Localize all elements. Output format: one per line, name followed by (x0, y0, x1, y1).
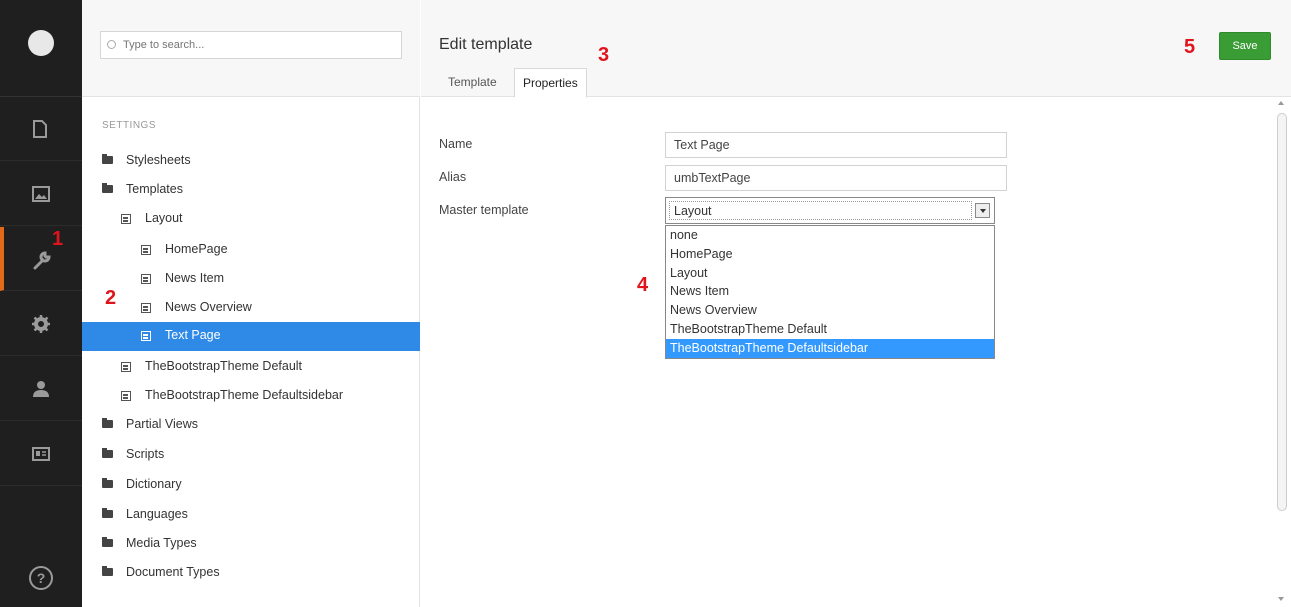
template-icon (121, 391, 131, 401)
app-window: ? SETTINGS Stylesheets Templates Layout … (0, 0, 1291, 607)
folder-icon (102, 537, 113, 547)
folder-icon (102, 154, 113, 164)
scrollbar-thumb[interactable] (1277, 113, 1287, 511)
tree-item-label: News Overview (165, 300, 252, 314)
search-icon (107, 40, 116, 49)
folder-icon (102, 418, 113, 428)
rail-item-content[interactable] (0, 97, 82, 161)
scrollbar[interactable] (1273, 97, 1291, 607)
template-icon (121, 362, 131, 372)
template-icon (121, 214, 131, 224)
master-template-label: Master template (439, 203, 529, 217)
tree-item-news-overview[interactable]: News Overview (82, 294, 420, 323)
template-icon (141, 331, 151, 341)
tree-item-label: HomePage (165, 242, 228, 256)
page-title: Edit template (439, 36, 533, 53)
tree-item-label: Document Types (126, 565, 220, 579)
search-area (82, 0, 420, 97)
gear-icon (32, 315, 50, 333)
image-icon (32, 186, 50, 202)
rail-item-members[interactable] (0, 422, 82, 486)
folder-icon (102, 183, 113, 193)
document-icon (33, 120, 47, 138)
scroll-up-icon[interactable] (1278, 101, 1284, 105)
folder-icon (102, 566, 113, 576)
marker-5: 5 (1184, 36, 1196, 58)
name-label: Name (439, 137, 473, 151)
tree-item-label: Layout (145, 211, 183, 225)
template-icon (141, 274, 151, 284)
marker-4: 4 (637, 274, 649, 296)
tree-item-stylesheets[interactable]: Stylesheets (82, 147, 420, 176)
wrench-icon (33, 251, 51, 270)
save-button[interactable]: Save (1219, 32, 1271, 60)
tree-item-label: Partial Views (126, 417, 199, 431)
tree-item-label: Dictionary (126, 477, 182, 491)
master-template-value: Layout (669, 201, 972, 220)
tree-item-text-page[interactable]: Text Page (82, 322, 420, 351)
editor-header: Edit template Template Properties Save (421, 0, 1291, 98)
tree-item-languages[interactable]: Languages (82, 501, 420, 530)
option-item-highlighted[interactable]: TheBootstrapTheme Defaultsidebar (666, 338, 994, 358)
master-template-select[interactable]: Layout (665, 197, 995, 224)
marker-2: 2 (105, 287, 117, 309)
help-icon[interactable]: ? (29, 566, 53, 590)
rail-item-media[interactable] (0, 162, 82, 226)
tree-item-homepage[interactable]: HomePage (82, 236, 420, 265)
scroll-down-icon[interactable] (1278, 597, 1284, 601)
tree-item-label: Languages (126, 507, 188, 521)
search-input[interactable] (100, 31, 402, 59)
tree-item-label: Stylesheets (126, 153, 191, 167)
folder-icon (102, 508, 113, 518)
tree-item-label: Text Page (165, 328, 221, 342)
tree-item-scripts[interactable]: Scripts (82, 441, 420, 470)
marker-1: 1 (52, 228, 64, 250)
tree-item-label: Media Types (126, 536, 197, 550)
tree-item-bootstrap-defaultsidebar[interactable]: TheBootstrapTheme Defaultsidebar (82, 382, 420, 411)
name-field[interactable]: Text Page (665, 132, 1007, 158)
tab-properties[interactable]: Properties (514, 68, 587, 98)
alias-field[interactable]: umbTextPage (665, 165, 1007, 191)
rail-item-developer[interactable] (0, 292, 82, 356)
option-item[interactable]: Layout (666, 264, 994, 283)
tree-item-bootstrap-default[interactable]: TheBootstrapTheme Default (82, 353, 420, 382)
option-item[interactable]: News Item (666, 282, 994, 301)
tree-heading: SETTINGS (102, 120, 157, 131)
template-icon (141, 303, 151, 313)
marker-3: 3 (598, 44, 610, 66)
tree-item-layout[interactable]: Layout (82, 205, 420, 234)
section-rail: ? (0, 0, 82, 607)
tree-panel: SETTINGS Stylesheets Templates Layout Ho… (82, 0, 420, 607)
tree-item-label: TheBootstrapTheme Defaultsidebar (145, 388, 344, 402)
option-item[interactable]: TheBootstrapTheme Default (666, 320, 994, 339)
avatar-area (0, 0, 82, 97)
tree-item-label: News Item (165, 271, 225, 285)
alias-label: Alias (439, 170, 467, 184)
tree-item-label: Scripts (126, 447, 165, 461)
option-item[interactable]: HomePage (666, 245, 994, 264)
tree-item-news-item[interactable]: News Item (82, 265, 420, 294)
tree-item-templates[interactable]: Templates (82, 176, 420, 205)
tree-item-label: Templates (126, 182, 183, 196)
tree-item-label: TheBootstrapTheme Default (145, 359, 303, 373)
avatar[interactable] (28, 30, 54, 56)
rail-item-users[interactable] (0, 357, 82, 421)
template-icon (141, 245, 151, 255)
folder-icon (102, 478, 113, 488)
rail-item-settings[interactable] (0, 227, 82, 291)
tree-item-document-types[interactable]: Document Types (82, 559, 420, 588)
option-item[interactable]: none (666, 226, 994, 245)
tab-template[interactable]: Template (440, 68, 505, 98)
id-card-icon (32, 447, 50, 461)
user-icon (33, 381, 49, 397)
chevron-down-icon[interactable] (975, 203, 990, 218)
tree-item-dictionary[interactable]: Dictionary (82, 471, 420, 500)
option-item[interactable]: News Overview (666, 301, 994, 320)
tree-item-media-types[interactable]: Media Types (82, 530, 420, 559)
editor-panel: Edit template Template Properties Save N… (421, 0, 1291, 607)
tree-item-partial-views[interactable]: Partial Views (82, 411, 420, 440)
folder-icon (102, 448, 113, 458)
master-template-options: none HomePage Layout News Item News Over… (665, 225, 995, 359)
